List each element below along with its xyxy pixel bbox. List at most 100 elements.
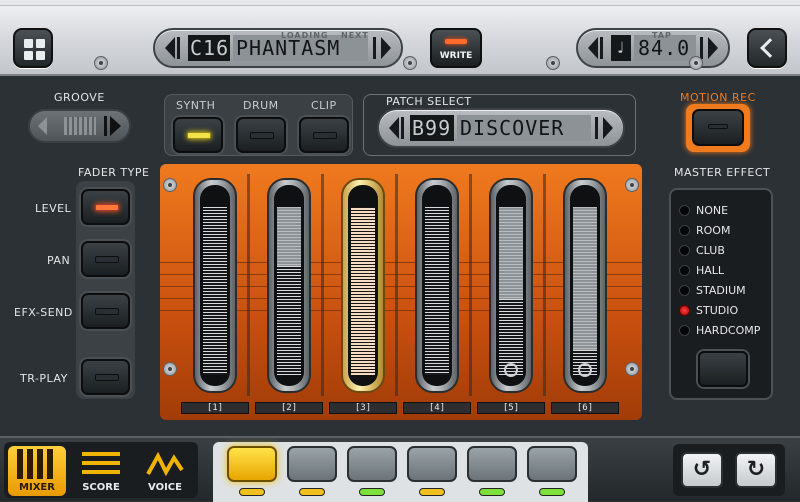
tempo-bar-left-icon [600, 37, 603, 59]
screw-icon [689, 56, 703, 70]
fx-option-room[interactable]: ROOM [679, 224, 730, 237]
channel-label: [5] [477, 402, 545, 414]
pattern-selector: C16 PHANTASM LOADING NEXT [153, 28, 403, 68]
channel-fader-2[interactable] [267, 178, 311, 393]
menu-grid-button[interactable] [13, 28, 53, 68]
screw-icon [94, 56, 108, 70]
bottom-bar: MIXER SCORE VOICE ↺ ↻ [0, 436, 800, 502]
channel-fader-5[interactable] [489, 178, 533, 393]
channel-fader-3[interactable] [341, 178, 385, 393]
fader-slot [274, 185, 304, 386]
track-pad-2[interactable] [287, 446, 337, 482]
tab-clip[interactable] [299, 117, 349, 153]
fx-label: NONE [696, 204, 729, 217]
fader-efx-send-button[interactable] [81, 293, 130, 329]
fader-upper [573, 207, 597, 350]
tempo-up-arrow-icon[interactable] [708, 37, 718, 59]
next-patch-bar-icon [595, 117, 598, 139]
channel-separator [321, 174, 324, 396]
fx-option-hardcomp[interactable]: HARDCOMP [679, 324, 760, 337]
fx-label: STADIUM [696, 284, 746, 297]
track-pad-3[interactable] [347, 446, 397, 482]
fader-slot [348, 185, 378, 386]
fader-type-label: FADER TYPE [78, 166, 150, 179]
track-pad-6[interactable] [527, 446, 577, 482]
groove-prev-arrow-icon[interactable] [38, 117, 47, 135]
channel-label: [2] [255, 402, 323, 414]
fader-pan-label: PAN [47, 254, 71, 267]
mode-score[interactable]: SCORE [72, 446, 130, 496]
chevron-left-icon [760, 38, 780, 58]
fx-label: HARDCOMP [696, 324, 761, 337]
master-effect-panel: NONE ROOM CLUB HALL STADIUM STUDIO HARDC… [669, 188, 773, 400]
tab-clip-label: CLIP [311, 99, 337, 112]
redo-icon: ↻ [746, 457, 766, 482]
channel-fader-6[interactable] [563, 178, 607, 393]
fx-led-icon [679, 265, 690, 276]
tempo-down-arrow-icon[interactable] [588, 37, 598, 59]
fx-led-icon [679, 305, 690, 316]
channel-fader-4[interactable] [415, 178, 459, 393]
fx-label: ROOM [696, 224, 731, 237]
tempo-selector: ♩ 84.0 TAP [576, 28, 730, 68]
channel-label: [6] [551, 402, 619, 414]
fader-level-button[interactable] [81, 189, 130, 225]
undo-button[interactable]: ↺ [681, 452, 723, 488]
fader-tr-play-button[interactable] [81, 359, 130, 395]
pad-led-icon [299, 488, 325, 496]
screw-icon [625, 362, 639, 376]
fx-option-stadium[interactable]: STADIUM [679, 284, 746, 297]
top-bar: C16 PHANTASM LOADING NEXT WRITE ♩ 84.0 T… [0, 0, 800, 76]
fx-led-icon [679, 325, 690, 336]
track-pad-4[interactable] [407, 446, 457, 482]
channel-fader-1[interactable] [193, 178, 237, 393]
channel-label: [4] [403, 402, 471, 414]
fx-option-hall[interactable]: HALL [679, 264, 724, 277]
tap-label: TAP [652, 31, 672, 40]
prev-patch-arrow-icon[interactable] [389, 117, 399, 139]
tempo-bar-right-icon [700, 37, 703, 59]
loading-label: LOADING [281, 31, 329, 40]
groove-selector[interactable] [28, 109, 131, 143]
mixer-icon [17, 449, 57, 479]
tab-synth[interactable] [173, 117, 223, 153]
track-pad-1[interactable] [227, 446, 277, 482]
fader-tr-play-label: TR-PLAY [20, 372, 68, 385]
next-patch-arrow-icon[interactable] [603, 117, 613, 139]
track-pad-5[interactable] [467, 446, 517, 482]
motion-rec-button[interactable] [686, 104, 750, 152]
fader-level-fill [203, 207, 227, 375]
back-button[interactable] [747, 28, 787, 68]
next-pattern-arrow-icon[interactable] [381, 37, 391, 59]
patch-name: DISCOVER [457, 115, 591, 141]
fader-slot [570, 185, 600, 386]
pad-led-icon [419, 488, 445, 496]
fx-option-club[interactable]: CLUB [679, 244, 725, 257]
mode-mixer[interactable]: MIXER [8, 446, 66, 496]
grid-icon [24, 39, 45, 60]
write-button[interactable]: WRITE [430, 28, 482, 68]
mode-voice[interactable]: VOICE [136, 446, 194, 496]
pad-led-icon [479, 488, 505, 496]
tab-drum[interactable] [236, 117, 286, 153]
screw-icon [403, 56, 417, 70]
prev-pattern-arrow-icon[interactable] [165, 37, 175, 59]
fx-led-icon [679, 205, 690, 216]
effect-toggle-button[interactable] [698, 351, 748, 387]
write-led [445, 39, 467, 44]
groove-next-arrow-icon[interactable] [110, 116, 121, 136]
screw-icon [546, 56, 560, 70]
pad-led-icon [359, 488, 385, 496]
next-bar-icon [373, 37, 376, 59]
tab-synth-label: SYNTH [176, 99, 216, 112]
fx-option-studio[interactable]: STUDIO [679, 304, 738, 317]
motion-rec-led [708, 124, 728, 129]
fader-slot [496, 185, 526, 386]
fader-pan-button[interactable] [81, 241, 130, 277]
fader-level-label: LEVEL [35, 202, 72, 215]
redo-button[interactable]: ↻ [735, 452, 777, 488]
fx-option-none[interactable]: NONE [679, 204, 728, 217]
channel-separator [543, 174, 546, 396]
master-effect-label: MASTER EFFECT [674, 166, 771, 179]
fx-led-icon [679, 245, 690, 256]
